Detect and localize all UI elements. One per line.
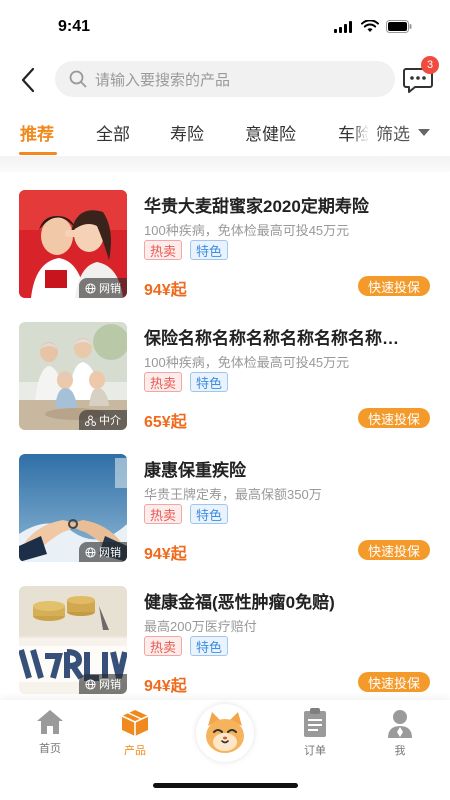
filter-label: 筛选 bbox=[376, 124, 410, 144]
tab-accident-health[interactable]: 意健险 bbox=[245, 120, 296, 145]
status-time: 9:41 bbox=[58, 18, 91, 35]
product-card[interactable]: 网销 华贵大麦甜蜜家2020定期寿险 100种疾病，免体检最高可投45万元 热卖… bbox=[0, 172, 450, 304]
product-title: 华贵大麦甜蜜家2020定期寿险 bbox=[144, 197, 369, 216]
share-node-icon bbox=[85, 414, 96, 426]
globe-icon bbox=[85, 678, 96, 690]
product-image-couple: 网销 bbox=[19, 190, 127, 298]
product-price: 65¥起 bbox=[144, 414, 187, 431]
product-desc: 华贵王牌定寿，最高保额350万 bbox=[144, 487, 322, 502]
product-title: 健康金福(恶性肿瘤0免赔) bbox=[144, 593, 335, 612]
quick-insure-button[interactable]: 快速投保 bbox=[358, 672, 430, 692]
search-input[interactable]: 请输入要搜索的产品 bbox=[55, 61, 395, 97]
mascot-button[interactable] bbox=[196, 704, 254, 762]
product-desc: 100种疾病，免体检最高可投45万元 bbox=[144, 223, 350, 238]
quick-insure-button[interactable]: 快速投保 bbox=[358, 408, 430, 428]
tabbar-home[interactable]: 首页 bbox=[20, 708, 80, 762]
channel-badge: 网销 bbox=[79, 542, 127, 562]
product-tags: 热卖 特色 bbox=[144, 240, 229, 260]
signal-icon bbox=[334, 20, 352, 33]
product-price: 94¥起 bbox=[144, 546, 187, 563]
product-tags: 热卖 特色 bbox=[144, 504, 229, 524]
tag-hot: 热卖 bbox=[144, 240, 183, 260]
product-title: 保险名称名称名称名称名称名称… bbox=[144, 329, 399, 348]
caret-down-icon bbox=[418, 128, 430, 136]
tab-all[interactable]: 全部 bbox=[96, 120, 130, 145]
home-indicator bbox=[153, 783, 298, 788]
back-button[interactable] bbox=[14, 64, 42, 96]
search-placeholder: 请输入要搜索的产品 bbox=[95, 71, 231, 89]
tabbar-me[interactable]: 我 bbox=[370, 708, 430, 762]
product-price: 94¥起 bbox=[144, 678, 187, 695]
status-icons bbox=[334, 20, 412, 33]
chevron-left-icon bbox=[21, 67, 35, 93]
message-badge: 3 bbox=[421, 56, 439, 74]
product-image-coins: 网销 bbox=[19, 586, 127, 694]
product-desc: 100种疾病，免体检最高可投45万元 bbox=[144, 355, 350, 370]
tag-feature: 特色 bbox=[190, 504, 229, 524]
product-price: 94¥起 bbox=[144, 282, 187, 299]
tab-life[interactable]: 寿险 bbox=[170, 120, 204, 145]
clipboard-icon bbox=[304, 708, 326, 737]
active-tab-indicator bbox=[19, 152, 57, 155]
tag-hot: 热卖 bbox=[144, 504, 183, 524]
product-image-hands: 网销 bbox=[19, 454, 127, 562]
user-icon bbox=[388, 710, 412, 738]
box-icon bbox=[121, 710, 149, 736]
wifi-icon bbox=[361, 20, 379, 32]
product-image-seniors: 中介 bbox=[19, 322, 127, 430]
cat-mascot-icon bbox=[206, 712, 244, 753]
channel-badge: 中介 bbox=[79, 410, 127, 430]
globe-icon bbox=[85, 282, 96, 294]
product-card[interactable]: 网销 康惠保重疾险 华贵王牌定寿，最高保额350万 热卖 特色 94¥起 快速投… bbox=[0, 436, 450, 568]
tag-feature: 特色 bbox=[190, 372, 229, 392]
quick-insure-button[interactable]: 快速投保 bbox=[358, 276, 430, 296]
section-divider bbox=[0, 156, 450, 172]
battery-icon bbox=[386, 20, 412, 33]
tabbar-order[interactable]: 订单 bbox=[285, 708, 345, 762]
product-card[interactable]: 网销 健康金福(恶性肿瘤0免赔) 最高200万医疗赔付 热卖 特色 94¥起 快… bbox=[0, 568, 450, 700]
search-header: 请输入要搜索的产品 3 bbox=[0, 56, 450, 102]
search-icon bbox=[69, 70, 87, 88]
product-card[interactable]: 中介 保险名称名称名称名称名称名称… 100种疾病，免体检最高可投45万元 热卖… bbox=[0, 304, 450, 436]
category-tabs: 推荐 全部 寿险 意健险 车险 筛选 bbox=[0, 110, 450, 156]
tag-feature: 特色 bbox=[190, 240, 229, 260]
quick-insure-button[interactable]: 快速投保 bbox=[358, 540, 430, 560]
product-desc: 最高200万医疗赔付 bbox=[144, 619, 257, 634]
channel-badge: 网销 bbox=[79, 674, 127, 694]
tabbar-product[interactable]: 产品 bbox=[105, 708, 165, 762]
tag-hot: 热卖 bbox=[144, 636, 183, 656]
filter-button[interactable]: 筛选 bbox=[368, 110, 450, 154]
status-bar: 9:41 bbox=[0, 0, 450, 56]
tab-recommend[interactable]: 推荐 bbox=[20, 120, 54, 145]
tag-feature: 特色 bbox=[190, 636, 229, 656]
tag-hot: 热卖 bbox=[144, 372, 183, 392]
product-tags: 热卖 特色 bbox=[144, 636, 229, 656]
home-icon bbox=[37, 710, 63, 734]
product-title: 康惠保重疾险 bbox=[144, 461, 246, 480]
globe-icon bbox=[85, 546, 96, 558]
tab-auto[interactable]: 车险 bbox=[338, 120, 372, 145]
product-tags: 热卖 特色 bbox=[144, 372, 229, 392]
channel-badge: 网销 bbox=[79, 278, 127, 298]
